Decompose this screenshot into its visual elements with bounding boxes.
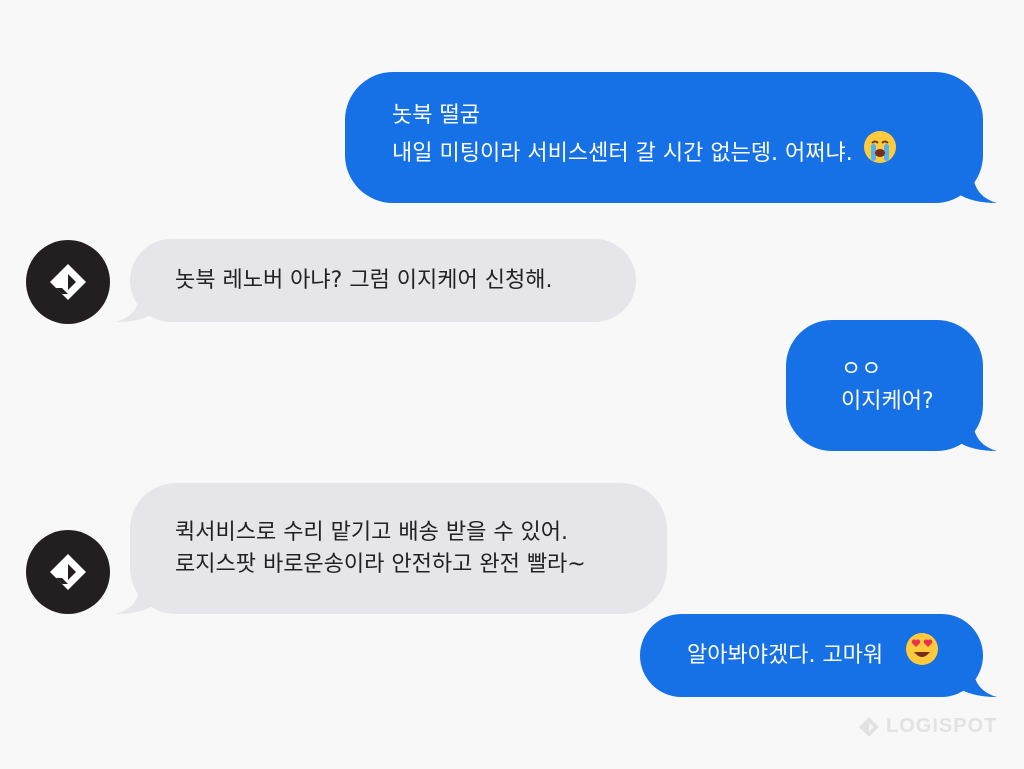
bubble-tail — [957, 423, 997, 451]
logispot-logo-icon — [859, 716, 879, 737]
avatar — [26, 240, 110, 324]
logispot-logo-icon — [50, 264, 86, 300]
received-message-bubble: 놋북 레노버 아냐? 그럼 이지케어 신청해. — [116, 239, 636, 322]
heart-eyes-face-icon — [905, 632, 939, 676]
message-text: 이지케어? — [841, 388, 934, 414]
message-text: 내일 미팅이라 서비스센터 갈 시간 없는뎅. 어쩌냐. — [392, 140, 853, 166]
message-text: 퀵서비스로 수리 맡기고 배송 받을 수 있어. — [175, 519, 569, 545]
bubble-tail — [116, 294, 156, 322]
message-text: ㅇㅇ — [841, 356, 882, 382]
message-text: 놋북 레노버 아냐? 그럼 이지케어 신청해. — [175, 267, 553, 293]
bubble-tail — [957, 669, 997, 697]
logispot-logo-icon — [50, 554, 86, 590]
message-text-line: 내일 미팅이라 서비스센터 갈 시간 없는뎅. 어쩌냐. — [392, 130, 983, 176]
avatar — [26, 530, 110, 614]
sent-message-bubble: 놋북 떨굼 내일 미팅이라 서비스센터 갈 시간 없는뎅. 어쩌냐. — [345, 72, 997, 203]
watermark-text: LOGISPOT — [886, 715, 998, 737]
message-text: 알아봐야겠다. 고마워 — [687, 642, 884, 668]
sent-message-bubble: 알아봐야겠다. 고마워 — [640, 614, 997, 697]
received-message-bubble: 퀵서비스로 수리 맡기고 배송 받을 수 있어. 로지스팟 바로운송이라 안전하… — [116, 483, 667, 614]
logispot-watermark: LOGISPOT — [858, 715, 997, 738]
bubble-tail — [116, 586, 156, 614]
bubble-tail — [957, 175, 997, 203]
message-text: 로지스팟 바로운송이라 안전하고 완전 빨라~ — [175, 551, 586, 577]
message-text-line: 알아봐야겠다. 고마워 — [687, 632, 983, 678]
sent-message-bubble: ㅇㅇ 이지케어? — [786, 320, 997, 451]
message-text: 놋북 떨굼 — [392, 102, 480, 128]
crying-face-icon — [863, 130, 897, 174]
